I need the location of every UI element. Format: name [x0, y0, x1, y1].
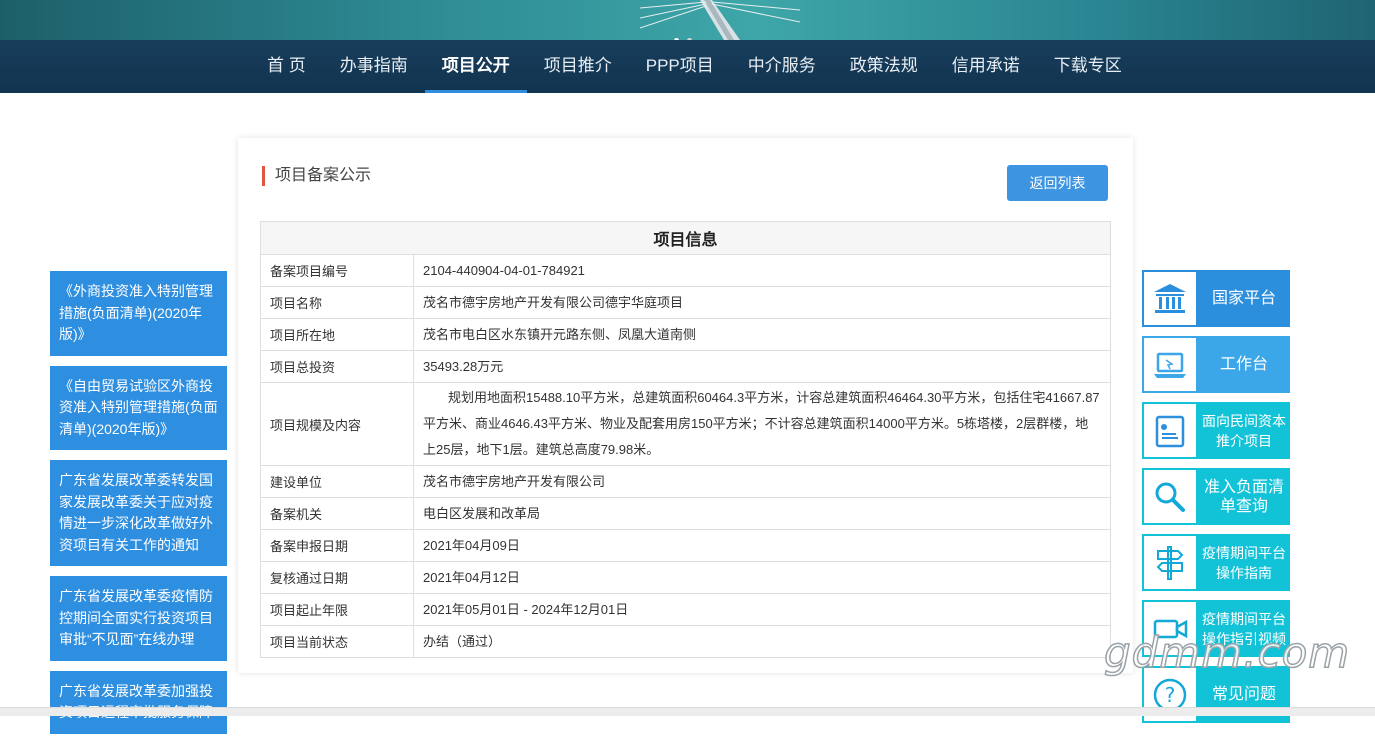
magnifier-icon [1142, 468, 1198, 525]
video-camera-icon [1142, 600, 1198, 657]
document-list-icon [1142, 402, 1198, 459]
table-heading: 项目信息 [260, 221, 1111, 255]
table-row: 项目所在地 茂名市电白区水东镇开元路东侧、凤凰大道南侧 [260, 318, 1111, 351]
top-banner-image [0, 0, 1375, 40]
field-label: 项目总投资 [260, 350, 414, 383]
field-value: 电白区发展和改革局 [413, 497, 1111, 530]
table-row: 项目当前状态 办结（通过） [260, 625, 1111, 658]
table-row: 项目起止年限 2021年05月01日 - 2024年12月01日 [260, 593, 1111, 626]
table-row: 项目名称 茂名市德宇房地产开发有限公司德宇华庭项目 [260, 286, 1111, 319]
right-quick-links: 国家平台 工作台 面向民间资本推介项目 准入负面清单查询 疫情期间平台操作指南 … [1142, 270, 1290, 732]
field-value: 规划用地面积15488.10平方米，总建筑面积60464.3平方米，计容总建筑面… [413, 382, 1111, 466]
nav-item-project-promotion[interactable]: 项目推介 [527, 40, 629, 93]
epidemic-guide-video-label: 疫情期间平台操作指引视频 [1198, 600, 1290, 657]
signpost-icon [1142, 534, 1198, 591]
epidemic-platform-guide-label: 疫情期间平台操作指南 [1198, 534, 1290, 591]
panel-title: 项目备案公示 [262, 166, 371, 186]
national-platform-link[interactable]: 国家平台 [1142, 270, 1290, 327]
table-row: 项目规模及内容 规划用地面积15488.10平方米，总建筑面积60464.3平方… [260, 382, 1111, 466]
field-value: 茂名市德宇房地产开发有限公司德宇华庭项目 [413, 286, 1111, 319]
field-value: 2021年04月09日 [413, 529, 1111, 562]
field-value: 办结（通过） [413, 625, 1111, 658]
table-row: 备案项目编号 2104-440904-04-01-784921 [260, 254, 1111, 287]
field-label: 建设单位 [260, 465, 414, 498]
policy-link-text: 广东省发展改革委加强投资项目远程审批服务保障 [59, 682, 213, 721]
field-value: 35493.28万元 [413, 350, 1111, 383]
nav-item-policy[interactable]: 政策法规 [833, 40, 935, 93]
field-value: 2021年04月12日 [413, 561, 1111, 594]
scale-content-text: 规划用地面积15488.10平方米，总建筑面积60464.3平方米，计容总建筑面… [423, 390, 1100, 457]
field-label: 项目起止年限 [260, 593, 414, 626]
policy-link[interactable]: 《外商投资准入特别管理措施(负面清单)(2020年版)》 [50, 271, 227, 356]
nav-item-home[interactable]: 首 页 [250, 40, 323, 93]
policy-link-text: 《自由贸易试验区外商投资准入特别管理措施(负面清单)(2020年版)》 [59, 377, 218, 437]
main-nav: 首 页 办事指南 项目公开 项目推介 PPP项目 中介服务 政策法规 信用承诺 … [0, 40, 1375, 93]
policy-link-text: 《外商投资准入特别管理措施(负面清单)(2020年版)》 [59, 283, 213, 342]
field-label: 备案项目编号 [260, 254, 414, 287]
horizontal-scrollbar[interactable] [0, 707, 1375, 716]
field-label: 复核通过日期 [260, 561, 414, 594]
negative-list-query-label: 准入负面清单查询 [1198, 468, 1290, 525]
laptop-icon [1142, 336, 1198, 393]
epidemic-platform-guide-link[interactable]: 疫情期间平台操作指南 [1142, 534, 1290, 591]
bridge-illustration [640, 0, 800, 40]
nav-item-agency[interactable]: 中介服务 [731, 40, 833, 93]
field-value: 茂名市德宇房地产开发有限公司 [413, 465, 1111, 498]
back-to-list-button[interactable]: 返回列表 [1007, 165, 1108, 201]
field-value: 茂名市电白区水东镇开元路东侧、凤凰大道南侧 [413, 318, 1111, 351]
field-label: 项目名称 [260, 286, 414, 319]
table-row: 备案机关 电白区发展和改革局 [260, 497, 1111, 530]
left-policy-links: 《外商投资准入特别管理措施(负面清单)(2020年版)》 《自由贸易试验区外商投… [50, 271, 227, 744]
nav-item-project-public[interactable]: 项目公开 [424, 40, 527, 93]
field-label: 项目所在地 [260, 318, 414, 351]
policy-link[interactable]: 广东省发展改革委转发国家发展改革委关于应对疫情进一步深化改革做好外资项目有关工作… [50, 460, 227, 566]
field-value: 2104-440904-04-01-784921 [413, 254, 1111, 287]
national-platform-label: 国家平台 [1198, 270, 1290, 327]
table-row: 备案申报日期 2021年04月09日 [260, 529, 1111, 562]
field-label: 备案申报日期 [260, 529, 414, 562]
policy-link-text: 广东省发展改革委转发国家发展改革委关于应对疫情进一步深化改革做好外资项目有关工作… [59, 472, 213, 553]
field-label: 备案机关 [260, 497, 414, 530]
policy-link[interactable]: 《自由贸易试验区外商投资准入特别管理措施(负面清单)(2020年版)》 [50, 365, 227, 450]
workbench-link[interactable]: 工作台 [1142, 336, 1290, 393]
project-record-panel: 项目备案公示 返回列表 项目信息 备案项目编号 2104-440904-04-0… [238, 138, 1133, 673]
negative-list-query-link[interactable]: 准入负面清单查询 [1142, 468, 1290, 525]
table-row: 项目总投资 35493.28万元 [260, 350, 1111, 383]
policy-link[interactable]: 广东省发展改革委疫情防控期间全面实行投资项目审批“不见面”在线办理 [50, 576, 227, 661]
private-capital-projects-label: 面向民间资本推介项目 [1198, 402, 1290, 459]
policy-link-text: 广东省发展改革委疫情防控期间全面实行投资项目审批“不见面”在线办理 [59, 588, 213, 647]
nav-item-guide[interactable]: 办事指南 [323, 40, 425, 93]
project-info-table: 项目信息 备案项目编号 2104-440904-04-01-784921 项目名… [260, 221, 1111, 658]
svg-text:?: ? [1165, 683, 1176, 707]
epidemic-guide-video-link[interactable]: 疫情期间平台操作指引视频 [1142, 600, 1290, 657]
nav-item-download[interactable]: 下载专区 [1037, 40, 1139, 93]
workbench-label: 工作台 [1198, 336, 1290, 393]
field-value: 2021年05月01日 - 2024年12月01日 [413, 593, 1111, 626]
table-row: 复核通过日期 2021年04月12日 [260, 561, 1111, 594]
government-building-icon [1142, 270, 1198, 327]
table-row: 建设单位 茂名市德宇房地产开发有限公司 [260, 465, 1111, 498]
nav-item-credit[interactable]: 信用承诺 [935, 40, 1037, 93]
nav-item-ppp[interactable]: PPP项目 [629, 40, 731, 93]
policy-link[interactable]: 广东省发展改革委加强投资项目远程审批服务保障 [50, 670, 227, 734]
field-label: 项目规模及内容 [260, 382, 414, 466]
private-capital-projects-link[interactable]: 面向民间资本推介项目 [1142, 402, 1290, 459]
field-label: 项目当前状态 [260, 625, 414, 658]
